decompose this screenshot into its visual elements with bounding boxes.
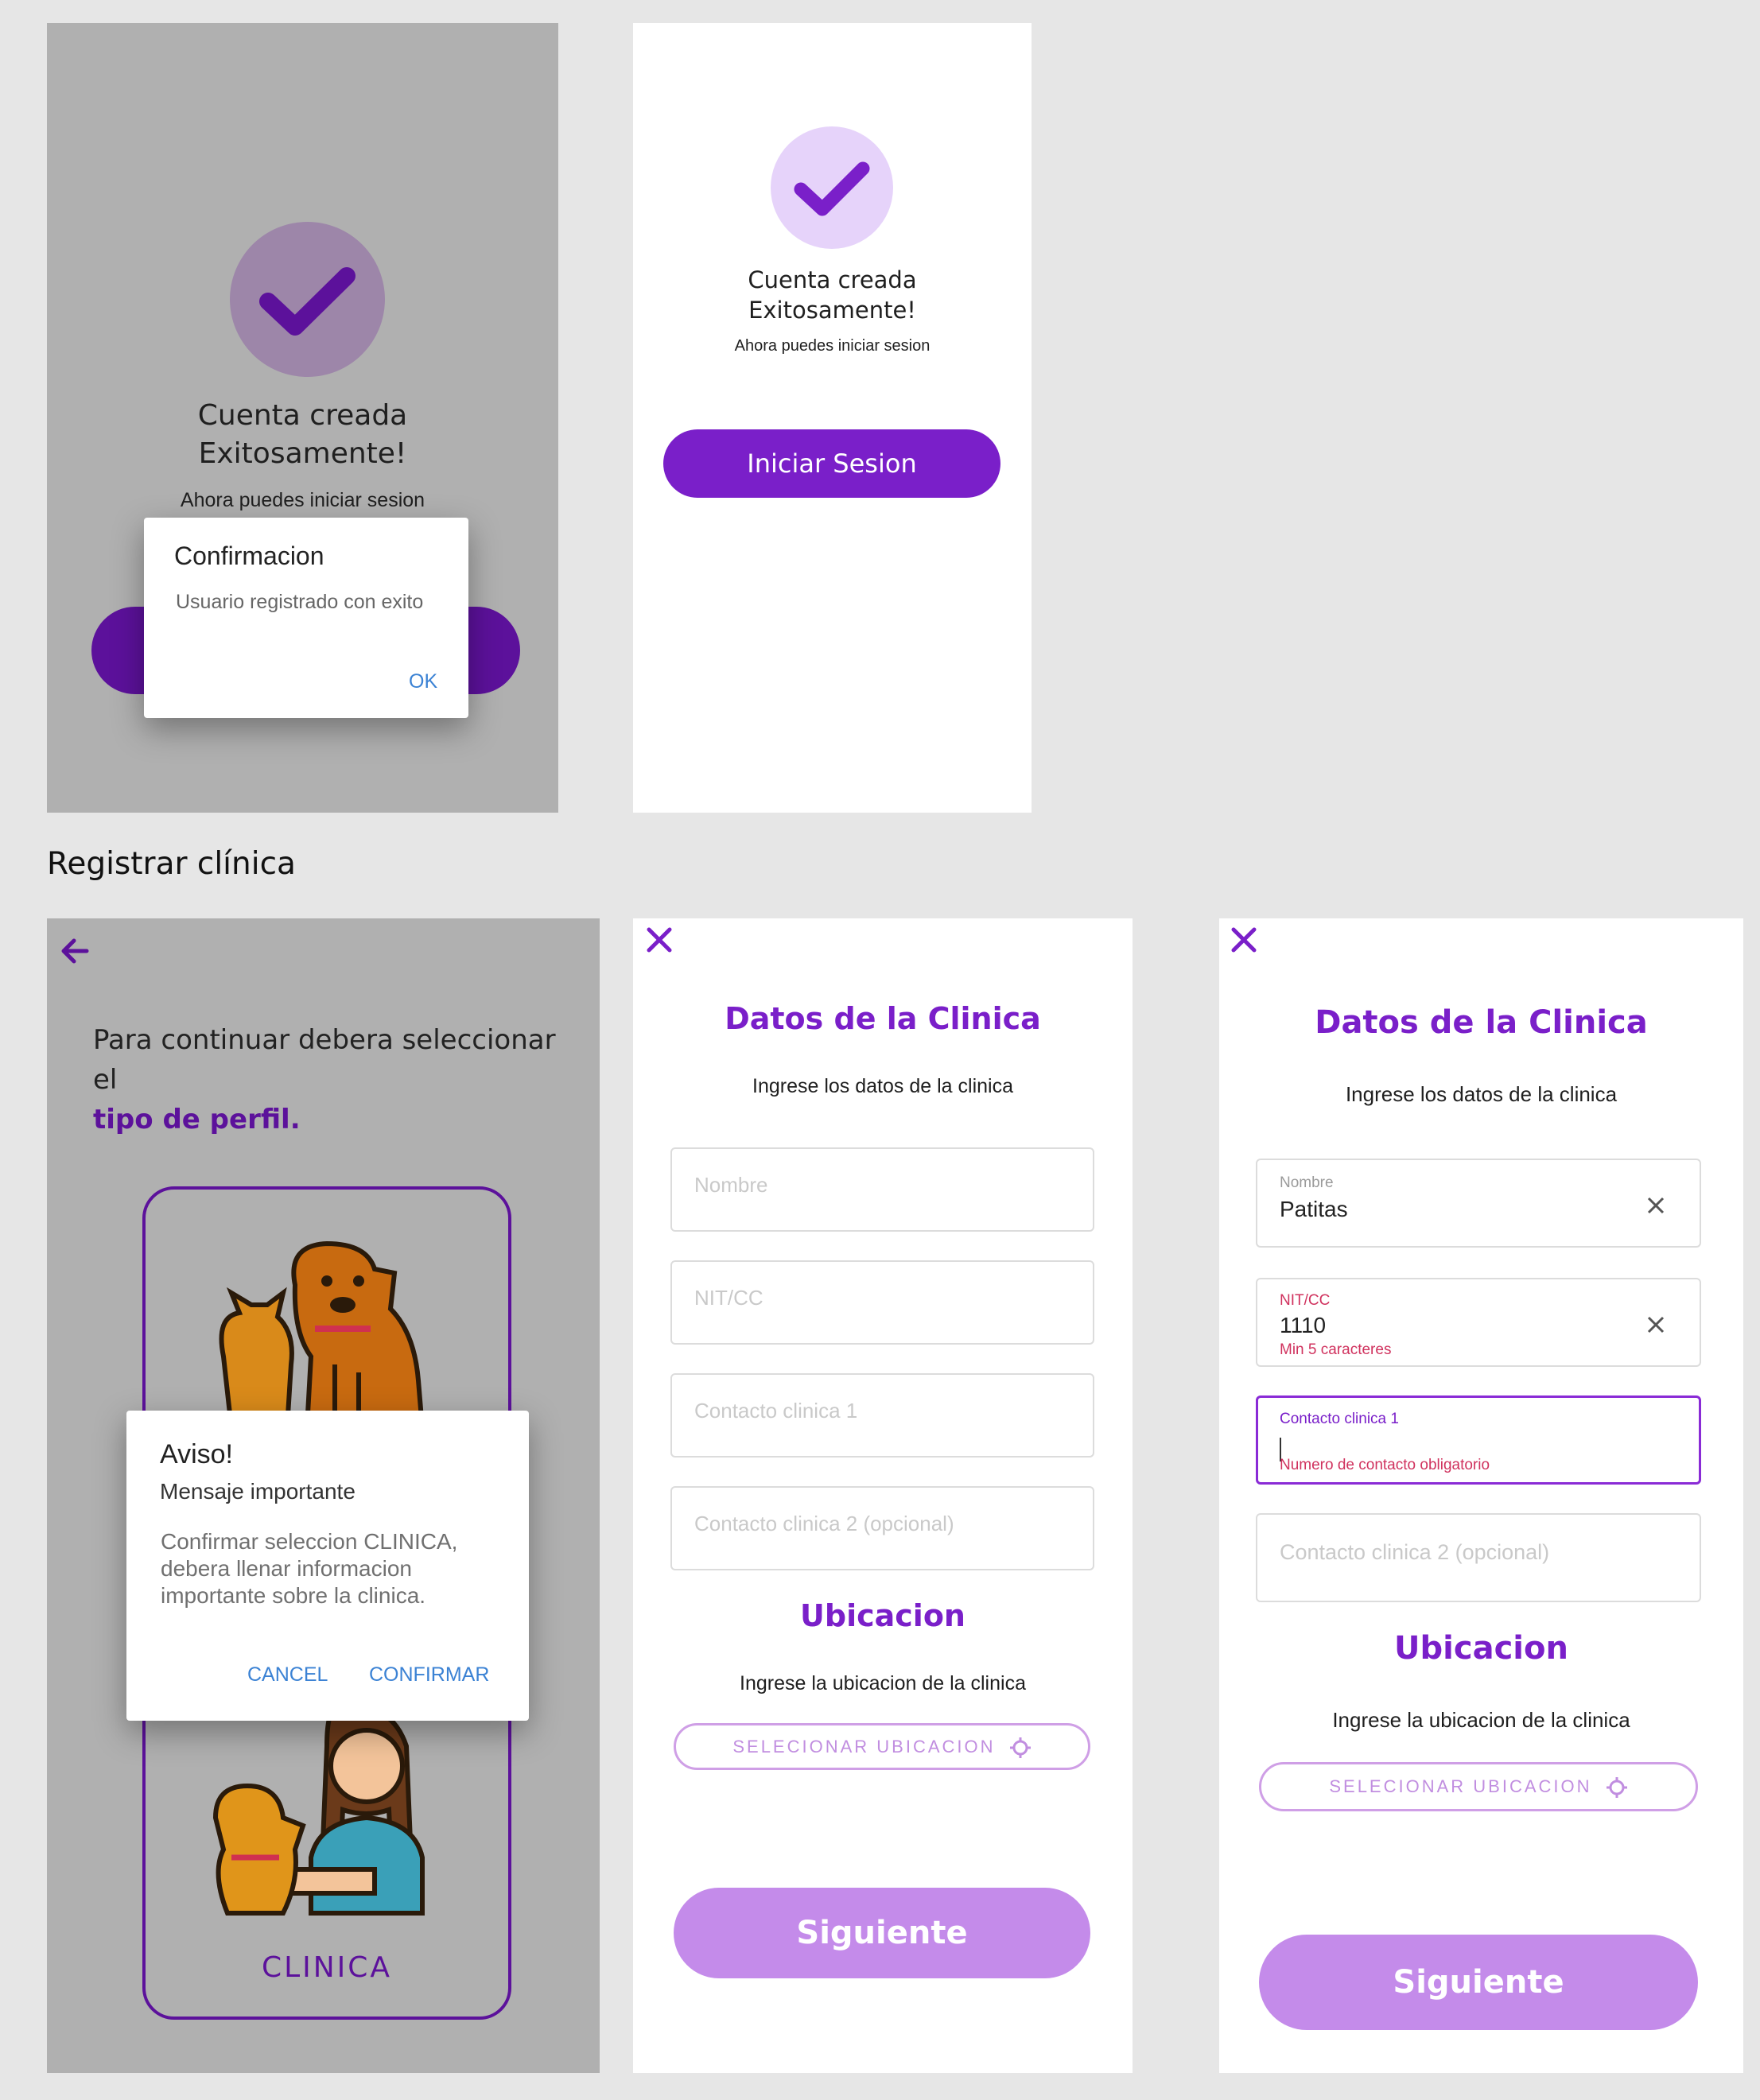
select-location-label: SELECIONAR UBICACION [732, 1737, 996, 1756]
location-subtitle: Ingrese la ubicacion de la clinica [1332, 1708, 1630, 1732]
screen-clinic-data-empty: Datos de la Clinica Ingrese los datos de… [633, 918, 1133, 2073]
dialog-title: Confirmacion [174, 541, 324, 570]
screen-clinic-data-filled: Datos de la Clinica Ingrese los datos de… [1219, 918, 1743, 2073]
dialog-body: Confirmar seleccion CLINICA, debera llen… [161, 1529, 458, 1608]
form-subtitle: Ingrese los datos de la clinica [752, 1075, 1013, 1097]
contacto1-label: Contacto clinica 1 [1280, 1411, 1399, 1427]
contacto1-field[interactable]: Contacto clinica 1 [670, 1373, 1094, 1458]
next-button[interactable]: Siguiente [674, 1888, 1090, 1978]
nombre-field[interactable]: Nombre [670, 1147, 1094, 1232]
confirm-button[interactable]: CONFIRMAR [369, 1663, 489, 1687]
contacto1-error: Numero de contacto obligatorio [1280, 1457, 1490, 1473]
back-arrow-icon[interactable] [56, 933, 93, 969]
success-subtitle: Ahora puedes iniciar sesion [734, 337, 931, 355]
screen-account-created-dialog: Cuenta creada Exitosamente! Ahora puedes… [47, 23, 558, 813]
success-subtitle: Ahora puedes iniciar sesion [180, 489, 425, 511]
contacto2-placeholder: Contacto clinica 2 (opcional) [1280, 1540, 1550, 1564]
contacto2-placeholder: Contacto clinica 2 (opcional) [694, 1512, 954, 1535]
nit-placeholder: NIT/CC [694, 1286, 763, 1310]
next-button[interactable]: Siguiente [1259, 1935, 1698, 2030]
nombre-label: Nombre [1280, 1174, 1334, 1191]
dialog-message: Usuario registrado con exito [176, 591, 424, 613]
contacto1-field[interactable]: Contacto clinica 1 Numero de contacto ob… [1256, 1395, 1701, 1485]
cancel-button[interactable]: CANCEL [247, 1663, 328, 1687]
close-icon[interactable] [644, 925, 674, 955]
screen-account-created: Cuenta creada Exitosamente! Ahora puedes… [633, 23, 1032, 813]
check-icon [259, 267, 355, 336]
confirmation-dialog: Confirmacion Usuario registrado con exit… [144, 518, 468, 718]
contacto2-field[interactable]: Contacto clinica 2 (opcional) [670, 1486, 1094, 1570]
form-title: Datos de la Clinica [725, 1001, 1041, 1036]
nombre-field[interactable]: Nombre Patitas [1256, 1159, 1701, 1248]
contacto2-field[interactable]: Contacto clinica 2 (opcional) [1256, 1513, 1701, 1602]
section-title: Registrar clínica [47, 846, 296, 882]
nit-label: NIT/CC [1280, 1292, 1331, 1309]
nit-value: 1110 [1280, 1313, 1327, 1337]
crosshair-icon [1009, 1737, 1031, 1759]
success-title: Cuenta creada Exitosamente! [197, 399, 408, 470]
dialog-subtitle: Mensaje importante [160, 1479, 355, 1504]
clear-icon[interactable] [1645, 1195, 1666, 1216]
select-location-button[interactable]: SELECIONAR UBICACION [1259, 1762, 1698, 1811]
login-button[interactable]: Iniciar Sesion [663, 429, 1000, 498]
profile-card-label: CLINICA [261, 1951, 393, 1984]
form-title: Datos de la Clinica [1315, 1004, 1648, 1041]
notice-dialog: Aviso! Mensaje importante Confirmar sele… [126, 1411, 529, 1721]
nit-field[interactable]: NIT/CC 1110 Min 5 caracteres [1256, 1278, 1701, 1367]
select-location-label: SELECIONAR UBICACION [1329, 1776, 1592, 1796]
profile-prompt: Para continuar debera seleccionar el tip… [93, 1024, 556, 1135]
close-icon[interactable] [1229, 925, 1259, 955]
nombre-value: Patitas [1280, 1197, 1348, 1221]
location-subtitle: Ingrese la ubicacion de la clinica [740, 1672, 1026, 1694]
nombre-placeholder: Nombre [694, 1173, 768, 1197]
form-subtitle: Ingrese los datos de la clinica [1345, 1082, 1618, 1106]
select-location-button[interactable]: SELECIONAR UBICACION [674, 1723, 1090, 1770]
check-circle [771, 126, 893, 249]
ok-button[interactable]: OK [409, 670, 437, 693]
contacto1-placeholder: Contacto clinica 1 [694, 1399, 858, 1423]
screen-profile-select: Para continuar debera seleccionar el tip… [47, 918, 600, 2073]
dialog-title: Aviso! [160, 1439, 233, 1469]
pets-illustration [219, 1240, 425, 1428]
nit-field[interactable]: NIT/CC [670, 1260, 1094, 1345]
clear-icon[interactable] [1645, 1314, 1666, 1335]
location-title: Ubicacion [1394, 1630, 1568, 1667]
check-circle [230, 222, 385, 377]
vet-illustration [212, 1702, 425, 1916]
check-icon [794, 161, 870, 216]
location-title: Ubicacion [800, 1598, 965, 1633]
nit-error: Min 5 caracteres [1280, 1341, 1392, 1358]
crosshair-icon [1606, 1777, 1627, 1799]
success-title: Cuenta creada Exitosamente! [748, 266, 917, 324]
